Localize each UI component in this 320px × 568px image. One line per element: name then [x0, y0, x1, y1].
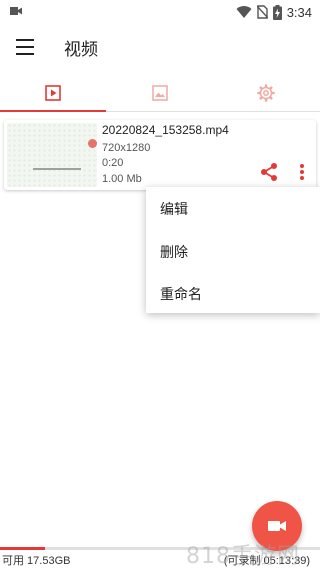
app-bar: 视频: [0, 24, 320, 70]
context-menu: 编辑 删除 重命名: [146, 187, 320, 313]
tab-images[interactable]: [107, 74, 213, 112]
menu-item-delete[interactable]: 删除: [160, 242, 188, 262]
status-bar: 3:34: [0, 0, 320, 24]
status-icons: 3:34: [236, 4, 312, 20]
active-tab-indicator: [0, 110, 106, 112]
more-options-icon[interactable]: [296, 162, 308, 182]
video-list-item[interactable]: 20220824_153258.mp4 720x1280 0:20 1.00 M…: [4, 120, 316, 190]
video-resolution: 720x1280: [102, 142, 151, 154]
video-filename: 20220824_153258.mp4: [102, 123, 229, 137]
status-time: 3:34: [286, 4, 312, 20]
watermark-logo: 818手游网: [186, 544, 300, 568]
menu-item-rename[interactable]: 重命名: [160, 284, 202, 304]
available-storage: 可用 17.53GB: [2, 555, 71, 567]
menu-icon[interactable]: [14, 36, 36, 58]
page-title: 视频: [64, 40, 98, 60]
storage-progress-fill: [0, 547, 45, 550]
recording-badge-icon: [88, 139, 97, 148]
image-icon: [152, 85, 168, 101]
tab-bar: [0, 74, 320, 112]
tab-videos[interactable]: [0, 74, 106, 112]
camera-status-icon: [10, 7, 22, 15]
no-sim-icon: [256, 5, 268, 19]
settings-icon: [257, 84, 275, 102]
record-camera-icon: [268, 521, 286, 531]
video-thumbnail[interactable]: [7, 123, 97, 187]
battery-charging-icon: [272, 4, 282, 20]
share-icon[interactable]: [259, 162, 279, 182]
video-size: 1.00 Mb: [102, 173, 142, 185]
video-duration: 0:20: [102, 157, 124, 169]
tab-settings[interactable]: [213, 74, 319, 112]
video-icon: [45, 85, 61, 101]
wifi-icon: [236, 6, 252, 19]
menu-item-edit[interactable]: 编辑: [160, 199, 188, 219]
